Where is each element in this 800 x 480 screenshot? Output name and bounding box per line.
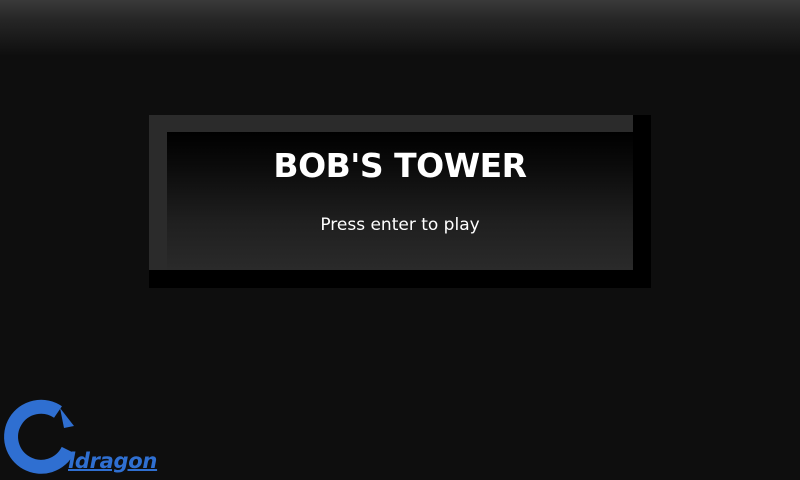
studio-logo: ldragon <box>2 398 162 480</box>
game-title: BOB'S TOWER <box>273 146 527 185</box>
press-enter-prompt: Press enter to play <box>320 215 480 235</box>
panel-inner: BOB'S TOWER Press enter to play <box>167 132 633 270</box>
game-screen: BOB'S TOWER Press enter to play ldragon <box>0 0 800 480</box>
title-panel: BOB'S TOWER Press enter to play <box>149 115 651 288</box>
top-gradient-bar <box>0 0 800 56</box>
logo-wordmark: ldragon <box>68 449 158 473</box>
